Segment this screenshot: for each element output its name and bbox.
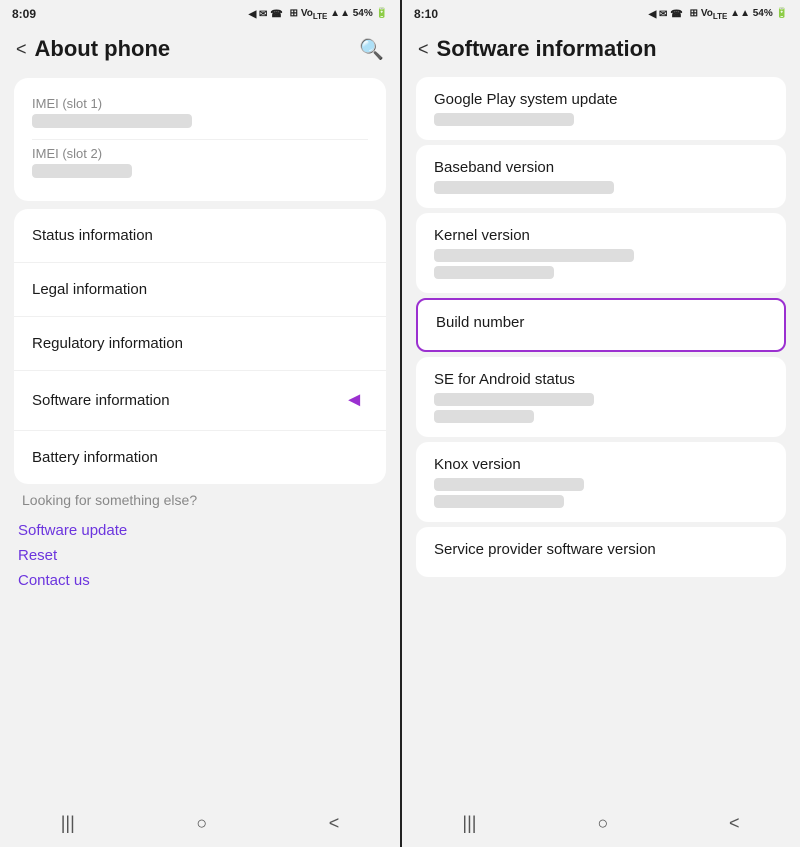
- imei-section: IMEI (slot 1) IMEI (slot 2): [14, 78, 386, 201]
- right-nav-bar: ||| ○ <: [402, 803, 800, 847]
- baseband-item[interactable]: Baseband version: [416, 145, 786, 208]
- imei-slot1-row: IMEI (slot 1): [32, 90, 368, 140]
- se-android-item[interactable]: SE for Android status: [416, 357, 786, 437]
- right-header: < Software information: [402, 28, 800, 72]
- looking-title: Looking for something else?: [18, 492, 382, 508]
- menu-item-software[interactable]: Software information ◄: [14, 371, 386, 431]
- se-android-value2: [434, 410, 534, 423]
- google-play-label: Google Play system update: [434, 91, 768, 108]
- se-android-label: SE for Android status: [434, 371, 768, 388]
- right-phone-panel: 8:10 ◀ ✉ ☎ ⊞ VoLTE ▲▲ 54% 🔋 < Software i…: [400, 0, 800, 847]
- left-back-button[interactable]: <: [16, 39, 27, 60]
- imei-slot1-value: [32, 114, 192, 128]
- baseband-label: Baseband version: [434, 159, 768, 176]
- notification-icons: ◀ ✉ ☎: [249, 9, 283, 20]
- knox-item[interactable]: Knox version: [416, 442, 786, 522]
- service-provider-label: Service provider software version: [434, 541, 768, 558]
- left-back-nav-icon[interactable]: <: [329, 813, 340, 834]
- imei-slot2-value: [32, 164, 132, 178]
- imei-slot2-label: IMEI (slot 2): [32, 146, 368, 161]
- menu-item-status[interactable]: Status information: [14, 209, 386, 263]
- left-phone-panel: 8:09 ◀ ✉ ☎ ⊞ VoLTE ▲▲ 54% 🔋 < About phon…: [0, 0, 400, 847]
- google-play-value: [434, 113, 574, 126]
- right-status-icons: ◀ ✉ ☎ ⊞ VoLTE ▲▲ 54% 🔋: [649, 8, 788, 21]
- right-signal-icons: ⊞ VoLTE ▲▲ 54% 🔋: [690, 8, 788, 21]
- kernel-value2: [434, 266, 554, 279]
- knox-value2: [434, 495, 564, 508]
- left-home-nav-icon[interactable]: ○: [196, 813, 207, 834]
- baseband-value: [434, 181, 614, 194]
- left-content: IMEI (slot 1) IMEI (slot 2) Status infor…: [0, 72, 400, 803]
- left-status-icons: ◀ ✉ ☎ ⊞ VoLTE ▲▲ 54% 🔋: [249, 8, 388, 21]
- menu-item-regulatory[interactable]: Regulatory information: [14, 317, 386, 371]
- build-number-label: Build number: [436, 314, 766, 331]
- kernel-label: Kernel version: [434, 227, 768, 244]
- looking-section: Looking for something else? Software upd…: [14, 492, 386, 593]
- menu-item-battery[interactable]: Battery information: [14, 431, 386, 484]
- google-play-item[interactable]: Google Play system update: [416, 77, 786, 140]
- left-status-bar: 8:09 ◀ ✉ ☎ ⊞ VoLTE ▲▲ 54% 🔋: [0, 0, 400, 28]
- right-header-title: Software information: [437, 36, 657, 62]
- reset-link[interactable]: Reset: [18, 543, 382, 568]
- build-number-item[interactable]: Build number: [416, 298, 786, 352]
- se-android-value1: [434, 393, 594, 406]
- signal-icons: ⊞ VoLTE ▲▲ 54% 🔋: [290, 8, 388, 21]
- right-notification-icons: ◀ ✉ ☎: [649, 9, 683, 20]
- left-nav-bar: ||| ○ <: [0, 803, 400, 847]
- right-back-nav-icon[interactable]: <: [729, 813, 740, 834]
- about-phone-menu: Status information Legal information Reg…: [14, 209, 386, 484]
- knox-value1: [434, 478, 584, 491]
- software-update-link[interactable]: Software update: [18, 518, 382, 543]
- right-status-bar: 8:10 ◀ ✉ ☎ ⊞ VoLTE ▲▲ 54% 🔋: [402, 0, 800, 28]
- search-icon[interactable]: 🔍: [359, 37, 384, 62]
- right-time: 8:10: [414, 7, 438, 21]
- right-home-nav-icon[interactable]: ○: [597, 813, 608, 834]
- right-back-button[interactable]: <: [418, 39, 429, 60]
- kernel-value1: [434, 249, 634, 262]
- knox-label: Knox version: [434, 456, 768, 473]
- service-provider-item[interactable]: Service provider software version: [416, 527, 786, 577]
- kernel-item[interactable]: Kernel version: [416, 213, 786, 293]
- right-content: Google Play system update Baseband versi…: [402, 72, 800, 803]
- left-menu-nav-icon[interactable]: |||: [61, 813, 75, 834]
- right-menu-nav-icon[interactable]: |||: [462, 813, 476, 834]
- left-header-title: About phone: [35, 36, 171, 62]
- left-header: < About phone 🔍: [0, 28, 400, 72]
- highlight-arrow-icon: ◄: [344, 389, 364, 412]
- menu-item-legal[interactable]: Legal information: [14, 263, 386, 317]
- imei-slot2-row: IMEI (slot 2): [32, 140, 368, 189]
- left-time: 8:09: [12, 7, 36, 21]
- imei-slot1-label: IMEI (slot 1): [32, 96, 368, 111]
- contact-us-link[interactable]: Contact us: [18, 568, 382, 593]
